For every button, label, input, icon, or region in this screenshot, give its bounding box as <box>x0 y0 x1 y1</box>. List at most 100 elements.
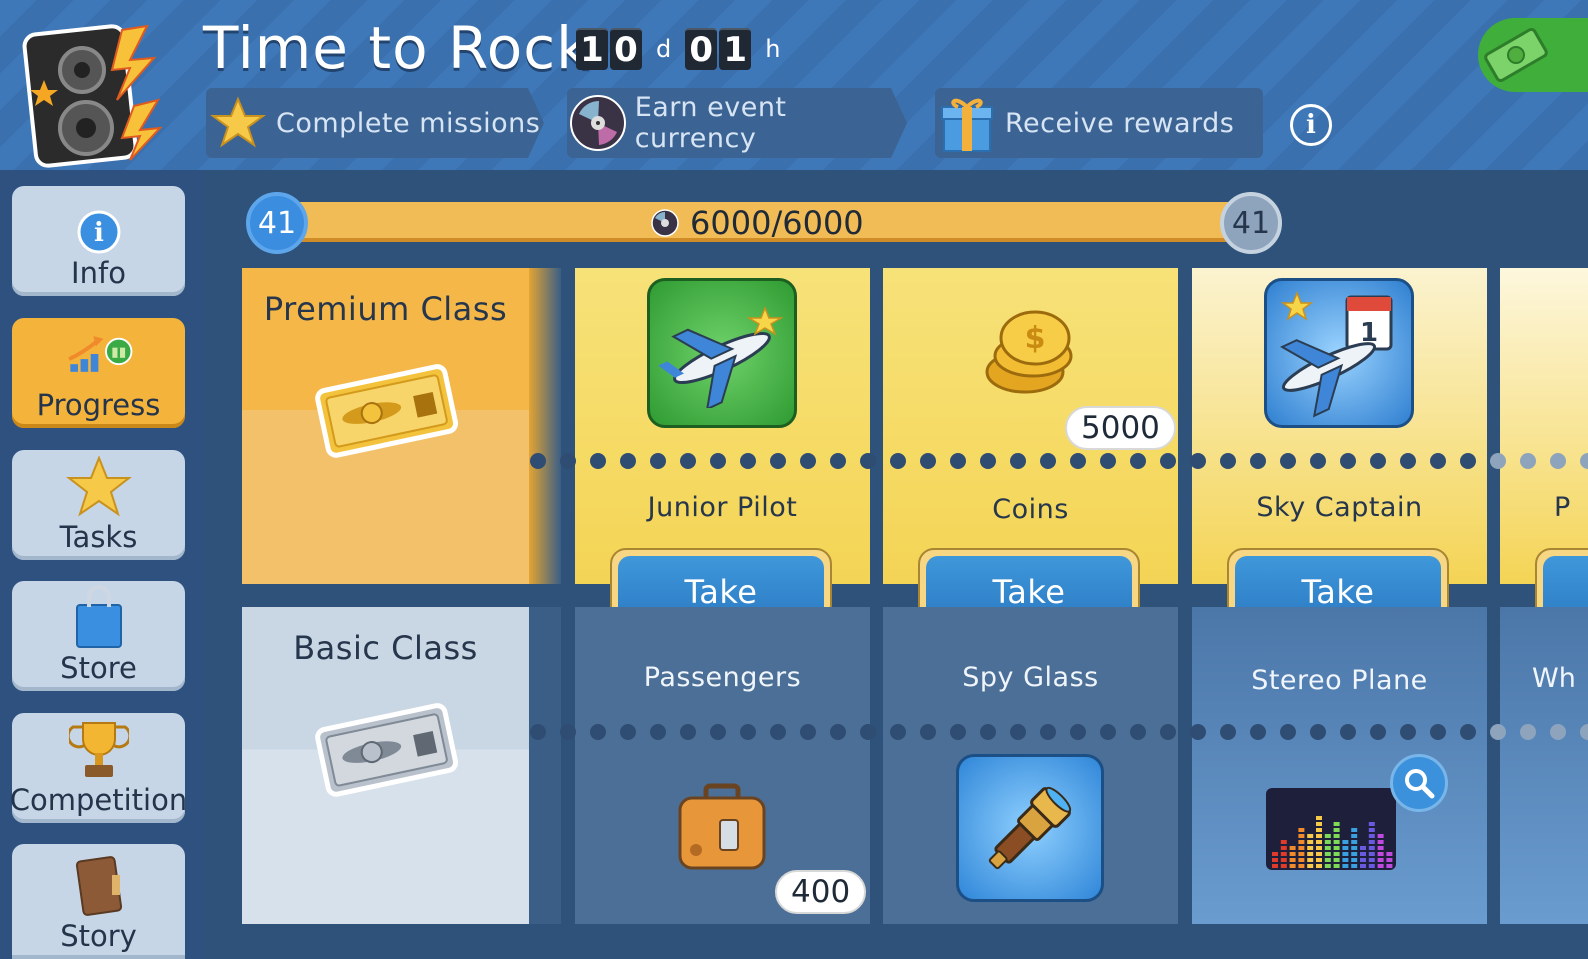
track-dot <box>620 724 636 740</box>
track-dot <box>980 724 996 740</box>
track-dot <box>1190 724 1206 740</box>
timer-days-unit: d <box>656 35 672 63</box>
gold-ticket-icon <box>311 358 461 462</box>
step-label: Complete missions <box>276 107 541 139</box>
track-dot <box>1010 453 1026 469</box>
sidebar-item-store[interactable]: Store <box>12 581 185 691</box>
track-dot <box>920 453 936 469</box>
progress-value: 6000/6000 <box>690 204 864 242</box>
next-level-badge: 41 <box>1220 192 1282 254</box>
track-dot <box>1460 724 1476 740</box>
track-dot <box>650 724 666 740</box>
event-title: Time to Rock <box>203 14 591 82</box>
step-label: Earn event currency <box>634 92 787 154</box>
timer-digit: 0 <box>610 28 642 70</box>
track-dot <box>650 453 666 469</box>
track-dot <box>1040 453 1056 469</box>
progress-chart-icon <box>64 322 134 386</box>
reward-name: Sky Captain <box>1256 492 1423 523</box>
track-dot <box>1310 724 1326 740</box>
basic-class-title: Basic Class <box>293 629 478 667</box>
step-label: Receive rewards <box>1005 107 1235 139</box>
book-icon <box>64 853 134 917</box>
track-dot <box>1010 724 1026 740</box>
sidebar-item-label: Info <box>71 256 126 290</box>
track-dot <box>770 724 786 740</box>
sidebar-item-info[interactable]: i Info <box>12 186 185 296</box>
timer-digit: 0 <box>685 28 718 70</box>
quantity-badge: 400 <box>775 870 867 914</box>
track-dot <box>1220 724 1236 740</box>
track-dots-basic <box>530 724 1588 740</box>
coins-icon[interactable]: $ <box>975 300 1085 404</box>
event-header: Time to Rock 1 0 d 0 1 h Complete missio… <box>0 0 1588 170</box>
track-dot <box>560 724 576 740</box>
cash-icon <box>1484 27 1548 83</box>
star-icon <box>64 454 134 518</box>
vinyl-disc-icon <box>651 209 679 237</box>
timer-hours-unit: h <box>765 35 781 63</box>
track-dot <box>1580 724 1588 740</box>
track-dot <box>1550 453 1566 469</box>
track-dot <box>800 724 816 740</box>
svg-text:$: $ <box>1025 321 1046 356</box>
track-dot <box>1250 724 1266 740</box>
track-dot <box>1430 724 1446 740</box>
equalizer-plane-icon[interactable] <box>1264 786 1414 880</box>
cash-currency-button[interactable] <box>1478 18 1588 92</box>
search-icon <box>1405 769 1435 799</box>
track-dot <box>860 453 876 469</box>
track-dot <box>1280 724 1296 740</box>
current-level-badge: 41 <box>246 192 308 254</box>
column-divider <box>529 268 561 584</box>
track-dot <box>890 453 906 469</box>
suitcase-icon[interactable] <box>676 780 768 880</box>
track-dot <box>1190 453 1206 469</box>
sidebar-item-progress[interactable]: Progress <box>12 318 185 428</box>
svg-text:i: i <box>94 218 104 248</box>
track-dot <box>1430 453 1446 469</box>
sidebar-item-competition[interactable]: Competition <box>10 713 187 823</box>
sidebar-item-label: Progress <box>36 388 161 422</box>
step-receive-rewards: Receive rewards <box>935 88 1263 158</box>
jet-calendar-icon[interactable]: 1 <box>1264 278 1414 428</box>
step-earn-currency: Earn event currency <box>567 88 907 158</box>
track-dot <box>740 724 756 740</box>
sidebar-item-tasks[interactable]: Tasks <box>12 450 185 560</box>
track-dot <box>1070 724 1086 740</box>
track-dot <box>1370 453 1386 469</box>
sidebar-item-story[interactable]: Story <box>12 844 185 959</box>
reward-name: P <box>1554 492 1571 523</box>
info-icon: i <box>64 190 134 254</box>
reward-name: Wh <box>1532 663 1576 694</box>
track-dot <box>770 453 786 469</box>
reward-name: Passengers <box>643 662 802 693</box>
track-dot <box>1100 724 1116 740</box>
basic-reward-cell-partial: Wh <box>1500 607 1588 924</box>
reward-name: Coins <box>992 494 1069 525</box>
track-dot <box>680 453 696 469</box>
track-dot <box>740 453 756 469</box>
track-dots-premium <box>530 453 1588 469</box>
track-dot <box>590 453 606 469</box>
track-dot <box>1100 453 1116 469</box>
track-dot <box>1550 724 1566 740</box>
track-dot <box>1520 724 1536 740</box>
info-button[interactable]: i <box>1290 104 1332 146</box>
timer-digit: 1 <box>719 28 752 70</box>
track-dot <box>800 453 816 469</box>
track-dot <box>1400 724 1416 740</box>
preview-search-button[interactable] <box>1390 754 1448 812</box>
sidebar-item-label: Story <box>60 919 137 953</box>
track-dot <box>1160 453 1176 469</box>
track-dot <box>920 724 936 740</box>
spyglass-icon[interactable] <box>956 754 1104 902</box>
track-dot <box>1040 724 1056 740</box>
quantity-badge: 5000 <box>1065 406 1176 450</box>
track-dot <box>710 724 726 740</box>
track-dot <box>1340 453 1356 469</box>
track-dot <box>860 724 876 740</box>
track-dot <box>560 453 576 469</box>
jet-plane-icon[interactable] <box>647 278 797 428</box>
track-dot <box>1130 724 1146 740</box>
